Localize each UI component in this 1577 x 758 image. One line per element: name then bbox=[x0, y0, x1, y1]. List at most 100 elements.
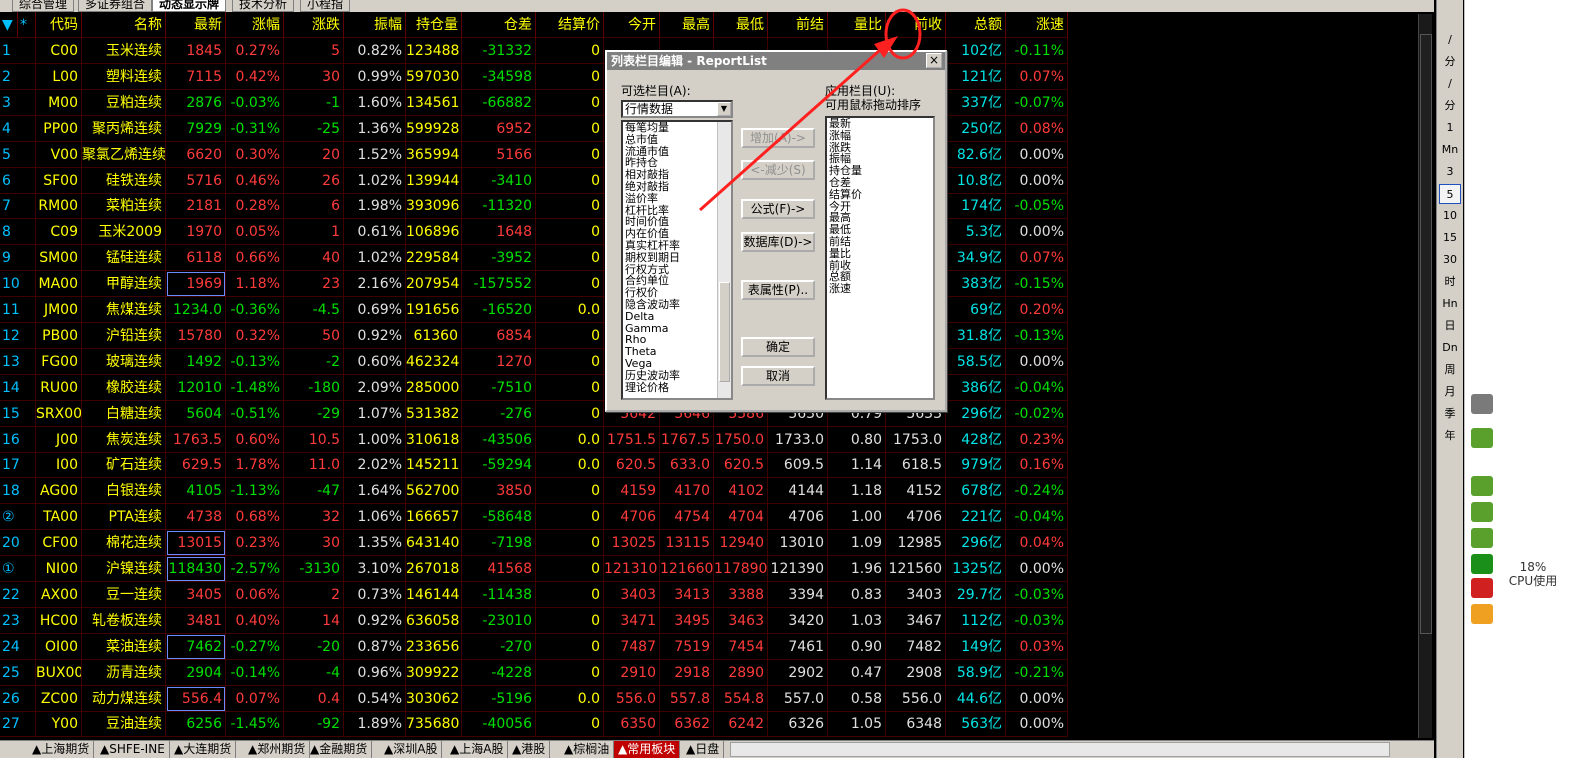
tray-icon[interactable] bbox=[1471, 554, 1493, 574]
column-header[interactable]: 前收 bbox=[886, 12, 946, 38]
bottom-tab[interactable]: ▲棕榈油 bbox=[560, 741, 615, 758]
bottom-tab[interactable]: ▲大连期货 bbox=[170, 741, 237, 758]
column-header[interactable]: 振幅 bbox=[344, 12, 406, 38]
category-select[interactable]: 行情数据 ▼ bbox=[621, 100, 733, 118]
available-item[interactable]: 总市值 bbox=[623, 133, 731, 146]
column-header[interactable]: 前结 bbox=[768, 12, 828, 38]
available-item[interactable]: 期权到期日 bbox=[623, 251, 731, 264]
available-item[interactable]: 绝对敲指 bbox=[623, 181, 731, 193]
period-button[interactable]: Dn bbox=[1439, 338, 1461, 358]
table-row[interactable]: 25 BUX00 沥青连续 2904 -0.14% -4 0.96% 309922 -4228 0… bbox=[0, 659, 1068, 686]
period-button[interactable]: 年 bbox=[1439, 426, 1461, 446]
horizontal-scrollbar[interactable] bbox=[730, 742, 1390, 757]
column-header[interactable]: 量比 bbox=[828, 12, 886, 38]
period-button[interactable]: 分 bbox=[1439, 52, 1461, 72]
database-button[interactable]: 数据库(D)-> bbox=[741, 232, 815, 252]
applied-item[interactable]: 涨速 bbox=[827, 283, 933, 295]
tray-icon[interactable] bbox=[1471, 604, 1493, 624]
period-button[interactable]: 季 bbox=[1439, 404, 1461, 424]
scrollbar-thumb[interactable] bbox=[1420, 34, 1432, 634]
column-header[interactable]: 最高 bbox=[660, 12, 714, 38]
column-header[interactable]: 涨跌 bbox=[284, 12, 344, 38]
period-button[interactable]: 5 bbox=[1439, 184, 1461, 204]
column-header[interactable]: 最新 bbox=[166, 12, 226, 38]
top-tab[interactable]: 多证券组合 bbox=[78, 0, 153, 12]
available-item[interactable]: Vega bbox=[623, 358, 731, 370]
table-row[interactable]: ① NI00 沪镍连续 118430 -2.57% -3130 3.10% 267018 415… bbox=[0, 556, 1068, 582]
applied-list[interactable]: 最新 涨幅 涨跌 振幅 持仓量 仓差 结算价 今开 最高 最低 前结 量比 前收 总额 涨速 bbox=[825, 116, 935, 400]
bottom-tab[interactable]: ▲常用板块 bbox=[614, 741, 681, 758]
top-tab[interactable]: 综合管理 bbox=[12, 0, 75, 12]
period-button[interactable]: 日 bbox=[1439, 316, 1461, 336]
tray-icon[interactable] bbox=[1471, 476, 1493, 496]
applied-item[interactable]: 涨幅 bbox=[827, 129, 933, 142]
column-header[interactable]: 今开 bbox=[604, 12, 660, 38]
period-button[interactable]: ∕ bbox=[1439, 74, 1461, 94]
tray-icon[interactable] bbox=[1471, 394, 1493, 414]
available-list[interactable]: 每笔均量 总市值 流通市值 昨持仓 相对敲指 绝对敲指 溢价率 杠杆比率 时间价值 内在价值 真实杠… bbox=[621, 120, 733, 400]
bottom-tab[interactable]: ▲日盘 bbox=[682, 741, 725, 758]
available-item[interactable]: Delta bbox=[623, 310, 731, 323]
period-button[interactable]: Mn bbox=[1439, 140, 1461, 160]
available-item[interactable]: 溢价率 bbox=[623, 192, 731, 205]
top-tab[interactable]: 动态显示牌 bbox=[152, 0, 227, 12]
table-row[interactable]: 20 CF00 棉花连续 13015 0.23% 30 1.35% 643140 -7198 0 1… bbox=[0, 530, 1068, 557]
applied-item[interactable]: 前结 bbox=[827, 236, 933, 248]
period-button[interactable]: 1 bbox=[1439, 118, 1461, 138]
period-button[interactable]: 30 bbox=[1439, 250, 1461, 270]
table-row[interactable]: 27 Y00 豆油连续 6256 -1.45% -92 1.89% 735680 -40056 0… bbox=[0, 711, 1068, 738]
table-row[interactable]: 18 AG00 白银连续 4105 -1.13% -47 1.64% 562700 3850 0 4… bbox=[0, 478, 1068, 505]
list-scrollbar[interactable] bbox=[717, 122, 731, 398]
available-item[interactable]: 理论价格 bbox=[623, 381, 731, 394]
period-button[interactable]: ∕ bbox=[1439, 30, 1461, 50]
column-header[interactable]: * bbox=[18, 12, 36, 38]
close-icon[interactable]: × bbox=[926, 53, 942, 68]
period-button[interactable]: Hn bbox=[1439, 294, 1461, 314]
column-header[interactable]: 总额 bbox=[946, 12, 1006, 38]
tray-icon[interactable] bbox=[1471, 578, 1493, 598]
table-row[interactable]: 23 HC00 轧卷板连续 3481 0.40% 14 0.92% 636058 -23010 0… bbox=[0, 607, 1068, 634]
column-header[interactable]: 仓差 bbox=[462, 12, 536, 38]
chevron-down-icon[interactable]: ▼ bbox=[717, 102, 731, 116]
list-scrollbar-thumb[interactable] bbox=[719, 282, 730, 382]
table-row[interactable]: ② TA00 PTA连续 4738 0.68% 32 1.06% 166657 -58648 0 4… bbox=[0, 504, 1068, 531]
column-header[interactable]: 持仓量 bbox=[406, 12, 462, 38]
column-header[interactable]: 名称 bbox=[82, 12, 166, 38]
bottom-tab[interactable]: ▲港股 bbox=[508, 741, 551, 758]
tray-icon[interactable] bbox=[1471, 428, 1493, 448]
top-tab[interactable]: 小程指 bbox=[300, 0, 351, 12]
bottom-tab[interactable]: ▲郑州期货 bbox=[244, 741, 311, 758]
cancel-button[interactable]: 取消 bbox=[741, 366, 815, 386]
top-tab[interactable]: 技术分析 bbox=[232, 0, 295, 12]
tray-icon[interactable] bbox=[1471, 528, 1493, 548]
bottom-tab[interactable]: ▲SHFE-INE bbox=[96, 741, 170, 758]
column-header[interactable]: 最低 bbox=[714, 12, 768, 38]
column-header[interactable]: 涨幅 bbox=[226, 12, 284, 38]
column-header[interactable]: ▼ bbox=[0, 12, 18, 38]
period-button[interactable]: 月 bbox=[1439, 382, 1461, 402]
table-row[interactable]: 24 OI00 菜油连续 7462 -0.27% -20 0.87% 233656 -270 0 7… bbox=[0, 633, 1068, 660]
period-button[interactable]: 3 bbox=[1439, 162, 1461, 182]
vertical-scrollbar[interactable] bbox=[1418, 14, 1432, 738]
column-header[interactable]: 代码 bbox=[36, 12, 82, 38]
available-item[interactable]: 隐含波动率 bbox=[623, 299, 731, 311]
ok-button[interactable]: 确定 bbox=[741, 337, 815, 357]
column-header[interactable]: 涨速 bbox=[1006, 12, 1068, 38]
applied-item[interactable]: 结算价 bbox=[827, 188, 933, 201]
bottom-tab[interactable]: ▲上海A股 bbox=[446, 741, 509, 758]
table-row[interactable]: 22 AX00 豆一连续 3405 0.06% 2 0.73% 146144 -11438 0 34… bbox=[0, 581, 1068, 608]
applied-item[interactable]: 量比 bbox=[827, 247, 933, 260]
available-item[interactable]: 真实杠杆率 bbox=[623, 240, 731, 252]
table-row[interactable]: 26 ZC00 动力煤连续 556.4 0.07% 0.4 0.54% 303062 -5196… bbox=[0, 685, 1068, 712]
bottom-tab[interactable]: ▲上海期货 bbox=[28, 741, 95, 758]
table-row[interactable]: 17 I00 矿石连续 629.5 1.78% 11.0 2.02% 145211 -59294… bbox=[0, 452, 1068, 479]
add-button[interactable]: 增加(A)-> bbox=[741, 128, 815, 148]
period-button[interactable]: 时 bbox=[1439, 272, 1461, 292]
table-properties-button[interactable]: 表属性(P).. bbox=[741, 280, 815, 300]
remove-button[interactable]: <-减少(S) bbox=[741, 160, 815, 180]
bottom-tab[interactable]: ▲金融期货 bbox=[306, 741, 373, 758]
period-button[interactable]: 分 bbox=[1439, 96, 1461, 116]
period-button[interactable]: 周 bbox=[1439, 360, 1461, 380]
table-row[interactable]: 16 J00 焦炭连续 1763.5 0.60% 10.5 1.00% 310618 -4350… bbox=[0, 426, 1068, 453]
period-button[interactable]: 15 bbox=[1439, 228, 1461, 248]
